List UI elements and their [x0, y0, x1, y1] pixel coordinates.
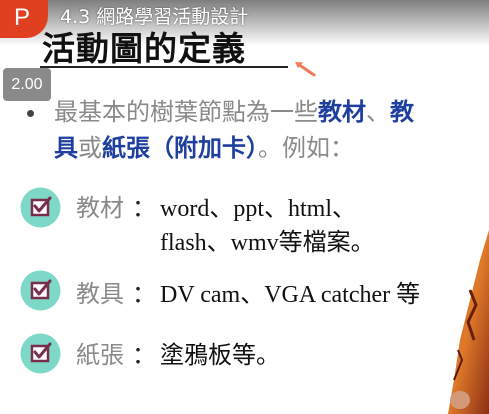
heading-underline — [40, 66, 288, 68]
item-label: 紙張 — [76, 341, 124, 369]
highlight-term: 教 — [390, 98, 414, 126]
bullet-text-line-1: 最基本的樹葉節點為一些教材、教 — [54, 97, 414, 127]
presenter-figure — [448, 230, 489, 414]
check-box-icon — [20, 187, 61, 228]
item-value: DV cam、VGA catcher 等 — [160, 282, 421, 308]
item-value: flash、wmv等檔案。 — [160, 230, 375, 256]
item-colon: ： — [132, 341, 156, 369]
bullet-text-line-2: 具或紙張（附加卡）。例如： — [54, 133, 354, 163]
pointer-arrow-icon — [295, 62, 316, 77]
item-colon: ： — [132, 280, 156, 308]
highlight-term: 紙張（附加卡） — [102, 134, 258, 162]
item-label: 教材 — [76, 194, 124, 222]
bullet-text: 或 — [78, 134, 102, 162]
item-colon: ： — [132, 194, 156, 222]
bullet-text: 。例如： — [258, 134, 354, 162]
highlight-term: 教材 — [318, 98, 366, 126]
item-label: 教具 — [76, 280, 124, 308]
item-value: word、ppt、html、 — [160, 196, 356, 222]
check-box-icon — [20, 270, 61, 311]
check-box-icon — [20, 333, 61, 374]
item-value: 塗鴉板等。 — [160, 343, 280, 369]
bullet-text: 、 — [366, 98, 390, 126]
video-title[interactable]: 4.3 網路學習活動設計 — [60, 4, 248, 30]
highlight-term: 具 — [54, 134, 78, 162]
playback-speed-badge[interactable]: 2.00 — [3, 68, 51, 101]
bullet-dot — [27, 110, 34, 117]
bullet-text: 最基本的樹葉節點為一些 — [54, 98, 318, 126]
